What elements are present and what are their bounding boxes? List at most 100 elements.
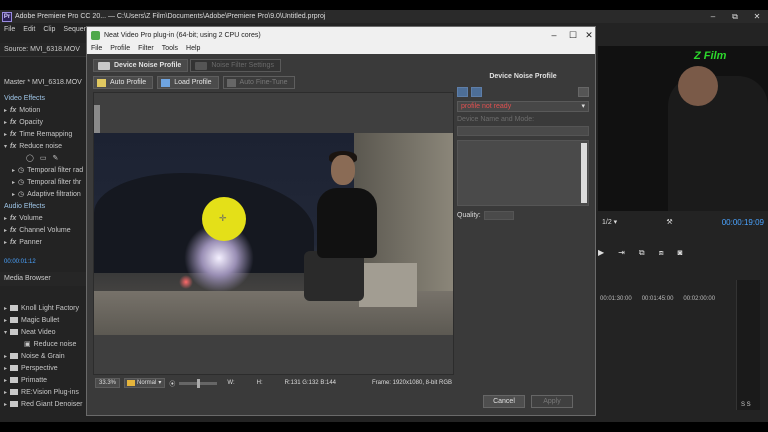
menu-edit[interactable]: Edit	[23, 26, 35, 33]
expand-icon[interactable]: ▸	[4, 119, 7, 126]
meter-solo-labels[interactable]: S S	[741, 402, 751, 408]
collapse-icon[interactable]: ▾	[4, 143, 7, 150]
effect-row-volume[interactable]: ▸ fx Volume	[0, 212, 86, 224]
view-mode-dropdown[interactable]: Normal ▾	[124, 378, 166, 388]
media-item[interactable]: ▣ Reduce noise	[0, 338, 86, 350]
insert-icon[interactable]: ⧉	[639, 248, 645, 258]
media-item[interactable]: ▾ Neat Video	[0, 326, 86, 338]
step-forward-icon[interactable]: ⇥	[618, 248, 625, 258]
profile-status-dropdown[interactable]: profile not ready ▾	[457, 101, 589, 112]
dialog-title-bar[interactable]: Neat Video Pro plug-in (64-bit; using 2 …	[87, 27, 595, 43]
cancel-button[interactable]: Cancel	[483, 395, 525, 408]
effects-section-audio[interactable]: Audio Effects	[0, 200, 86, 212]
zoom-dropdown[interactable]: 33.3%	[95, 378, 121, 388]
profile-details-area[interactable]	[457, 140, 589, 206]
expand-icon[interactable]: ▸	[4, 131, 7, 138]
open-profile-icon[interactable]	[471, 87, 482, 97]
wrench-icon[interactable]: ⚒	[666, 218, 672, 226]
profile-toolbar: Auto Profile Load Profile Auto Fine-Tune	[93, 76, 295, 89]
fx-icon: fx	[10, 118, 17, 126]
dialog-menu-profile[interactable]: Profile	[110, 45, 130, 52]
save-profile-icon[interactable]	[457, 87, 468, 97]
device-name-field[interactable]	[457, 126, 589, 136]
folder-icon	[10, 329, 19, 335]
menu-clip[interactable]: Clip	[43, 26, 55, 33]
restore-icon[interactable]: ⧉	[724, 10, 746, 23]
tab-device-noise-profile[interactable]: Device Noise Profile	[93, 59, 189, 72]
fx-icon: fx	[10, 226, 17, 234]
preview-slider[interactable]	[179, 378, 218, 388]
media-browser-tab[interactable]: Media Browser	[0, 272, 86, 286]
effect-row-opacity[interactable]: ▸ fx Opacity	[0, 116, 86, 128]
person-legs	[304, 251, 364, 301]
pen-mask-icon[interactable]: ✎	[52, 154, 58, 162]
param-temporal-threshold[interactable]: ▸ ◷ Temporal filter thr	[0, 176, 86, 188]
effect-row-channel-volume[interactable]: ▸ fx Channel Volume	[0, 224, 86, 236]
expand-icon[interactable]: ▸	[4, 227, 7, 234]
person-head	[331, 155, 355, 185]
timeline-ruler[interactable]: 00:01:30:00 00:01:45:00 00:02:00:00	[600, 296, 715, 302]
tab-noise-filter-settings[interactable]: Noise Filter Settings	[190, 59, 281, 72]
dialog-menu-filter[interactable]: Filter	[138, 45, 154, 52]
menu-file[interactable]: File	[4, 26, 15, 33]
wand-icon	[97, 78, 106, 87]
media-item[interactable]: ▸ Magic Bullet	[0, 314, 86, 326]
frame-viewer[interactable]: ✛	[93, 92, 454, 375]
param-temporal-radius[interactable]: ▸ ◷ Temporal filter rad	[0, 164, 86, 176]
record-toggle-icon[interactable]: ⦿	[169, 379, 175, 388]
play-icon[interactable]: ▶	[598, 248, 604, 258]
expand-icon[interactable]: ▸	[4, 215, 7, 222]
program-timecode[interactable]: 00:00:19:09	[722, 218, 764, 227]
effect-controls-master[interactable]: Master * MVI_6318.MOV	[0, 77, 86, 90]
effects-section-video[interactable]: Video Effects	[0, 92, 86, 104]
dialog-menu-help[interactable]: Help	[186, 45, 200, 52]
rect-mask-icon[interactable]: ▭	[40, 154, 47, 162]
dialog-menu-tools[interactable]: Tools	[162, 45, 178, 52]
close-icon[interactable]: ✕	[746, 10, 768, 23]
video-frame[interactable]: ✛	[94, 133, 453, 335]
effect-row-panner[interactable]: ▸ fx Panner	[0, 236, 86, 248]
effect-row-time-remapping[interactable]: ▸ fx Time Remapping	[0, 128, 86, 140]
media-item[interactable]: ▸ Perspective	[0, 362, 86, 374]
ruler-mark: 00:01:30:00	[600, 296, 632, 302]
viewer-side-handle[interactable]	[94, 105, 100, 133]
effect-row-motion[interactable]: ▸ fx Motion	[0, 104, 86, 116]
premiere-menu-bar: File Edit Clip Sequence	[0, 23, 95, 35]
media-item[interactable]: ▸ Noise & Grain	[0, 350, 86, 362]
tune-icon	[226, 78, 236, 87]
stopwatch-icon[interactable]: ◷	[18, 166, 24, 174]
expand-icon[interactable]: ▸	[4, 239, 7, 246]
param-adaptive-filtration[interactable]: ▸ ◷ Adaptive filtration	[0, 188, 86, 200]
media-item[interactable]: ▸ RE:Vision Plug-ins	[0, 386, 86, 398]
dialog-close-icon[interactable]: ✕	[578, 27, 600, 43]
details-scrollbar[interactable]	[581, 143, 587, 203]
ellipse-mask-icon[interactable]: ◯	[26, 154, 34, 162]
dialog-menu-file[interactable]: File	[91, 45, 102, 52]
load-profile-button[interactable]: Load Profile	[157, 76, 219, 89]
auto-profile-button[interactable]: Auto Profile	[93, 76, 154, 89]
slider-knob[interactable]	[197, 378, 201, 388]
effect-controls-source[interactable]: Source: MVI_6318.MOV	[0, 43, 86, 57]
export-frame-icon[interactable]: ◙	[678, 248, 683, 258]
media-item[interactable]: ▸ Primatte	[0, 374, 86, 386]
effect-row-reduce-noise[interactable]: ▾ fx Reduce noise	[0, 140, 86, 152]
media-item[interactable]: ▸ Red Giant Denoiser	[0, 398, 86, 410]
stopwatch-icon[interactable]: ◷	[18, 190, 24, 198]
stopwatch-icon[interactable]: ◷	[18, 178, 24, 186]
mode-swatch-icon	[127, 380, 136, 386]
effect-controls-timecode[interactable]: 00:00:01:12	[4, 259, 36, 265]
dialog-footer: Cancel Apply	[483, 395, 573, 408]
auto-fine-tune-button[interactable]: Auto Fine-Tune	[222, 76, 295, 89]
overwrite-icon[interactable]: ⧈	[659, 248, 664, 258]
media-item[interactable]: ▸ Knoll Light Factory	[0, 302, 86, 314]
resolution-dropdown[interactable]: 1/2 ▾	[602, 218, 617, 226]
profile-options-icon[interactable]	[578, 87, 589, 97]
media-browser-list: ▸ Knoll Light Factory ▸ Magic Bullet ▾ Neat…	[0, 302, 86, 410]
apply-button[interactable]: Apply	[531, 395, 573, 408]
fx-icon: fx	[10, 238, 17, 246]
minimize-icon[interactable]: –	[702, 10, 724, 23]
premiere-title-bar: Pr Adobe Premiere Pro CC 20... — C:\User…	[0, 10, 768, 23]
frame-info: Frame: 1920x1080, 8-bit RGB	[371, 380, 452, 386]
audio-meters: S S	[736, 280, 760, 410]
expand-icon[interactable]: ▸	[4, 107, 7, 114]
